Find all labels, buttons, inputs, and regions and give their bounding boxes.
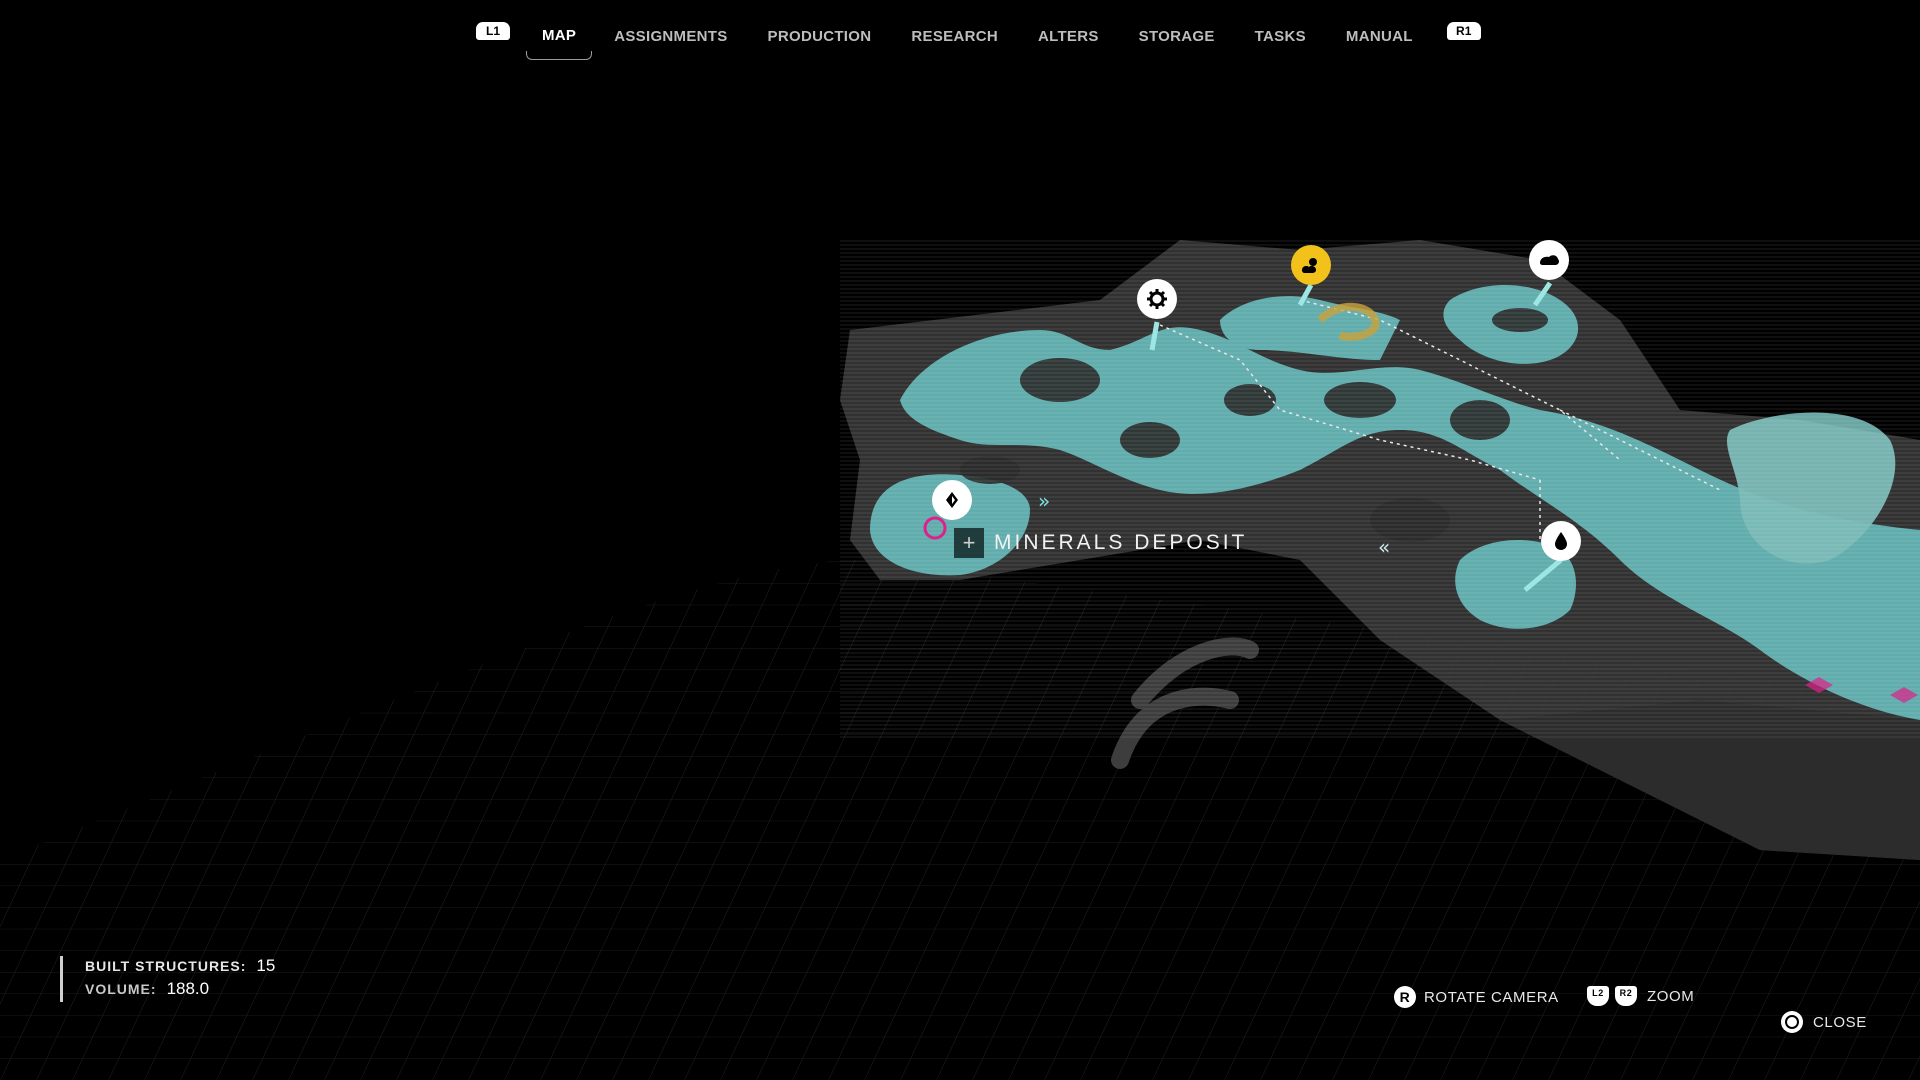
- gear-pin[interactable]: [1137, 279, 1177, 319]
- gear-icon: [1147, 289, 1167, 309]
- weather-pin[interactable]: [1291, 245, 1331, 285]
- l2-trigger-icon: L2: [1587, 986, 1609, 1006]
- close-label: CLOSE: [1813, 1013, 1867, 1031]
- rotate-camera-label: ROTATE CAMERA: [1424, 988, 1559, 1006]
- built-structures-label: BUILT STRUCTURES:: [85, 958, 247, 974]
- circle-button-icon: [1781, 1011, 1803, 1033]
- zoom-label: ZOOM: [1647, 987, 1695, 1005]
- minerals-pin[interactable]: [932, 480, 972, 520]
- r-stick-icon: R: [1394, 986, 1416, 1008]
- close-hint[interactable]: CLOSE: [1781, 1011, 1867, 1033]
- minerals-deposit-label[interactable]: + MINERALS DEPOSIT: [954, 528, 1247, 558]
- l1-button-icon[interactable]: L1: [476, 22, 510, 40]
- tab-storage[interactable]: STORAGE: [1139, 22, 1215, 51]
- tab-manual[interactable]: MANUAL: [1346, 22, 1413, 51]
- sun-cloud-icon: [1302, 258, 1317, 273]
- top-navigation: L1 MAP ASSIGNMENTS PRODUCTION RESEARCH A…: [476, 14, 1481, 60]
- tab-production[interactable]: PRODUCTION: [768, 22, 872, 51]
- water-drop-icon: [1555, 532, 1567, 550]
- built-structures-value: 15: [256, 956, 276, 975]
- r1-button-icon[interactable]: R1: [1446, 22, 1481, 40]
- map-location-name: MINERALS DEPOSIT: [994, 531, 1248, 554]
- rotate-camera-hint[interactable]: R ROTATE CAMERA: [1394, 986, 1559, 1008]
- tab-alters[interactable]: ALTERS: [1038, 22, 1099, 51]
- r2-trigger-icon: R2: [1615, 986, 1637, 1006]
- plus-icon[interactable]: +: [954, 528, 984, 558]
- water-pin[interactable]: [1541, 521, 1581, 561]
- volume-value: 188.0: [166, 979, 210, 998]
- tab-assignments[interactable]: ASSIGNMENTS: [614, 22, 727, 51]
- zoom-hint[interactable]: L2 R2 ZOOM: [1587, 986, 1694, 1006]
- stone-icon: [1540, 255, 1559, 265]
- chevron-right-icon: »: [1038, 489, 1050, 513]
- volume-label: VOLUME:: [85, 981, 157, 997]
- tab-research[interactable]: RESEARCH: [911, 22, 998, 51]
- chevron-left-icon: «: [1378, 535, 1390, 559]
- base-stats: BUILT STRUCTURES: 15 VOLUME: 188.0: [60, 956, 275, 1002]
- minerals-diamond-icon: [946, 492, 958, 508]
- tab-map[interactable]: MAP: [526, 19, 593, 60]
- stone-pin[interactable]: [1529, 240, 1569, 280]
- tab-tasks[interactable]: TASKS: [1255, 22, 1306, 51]
